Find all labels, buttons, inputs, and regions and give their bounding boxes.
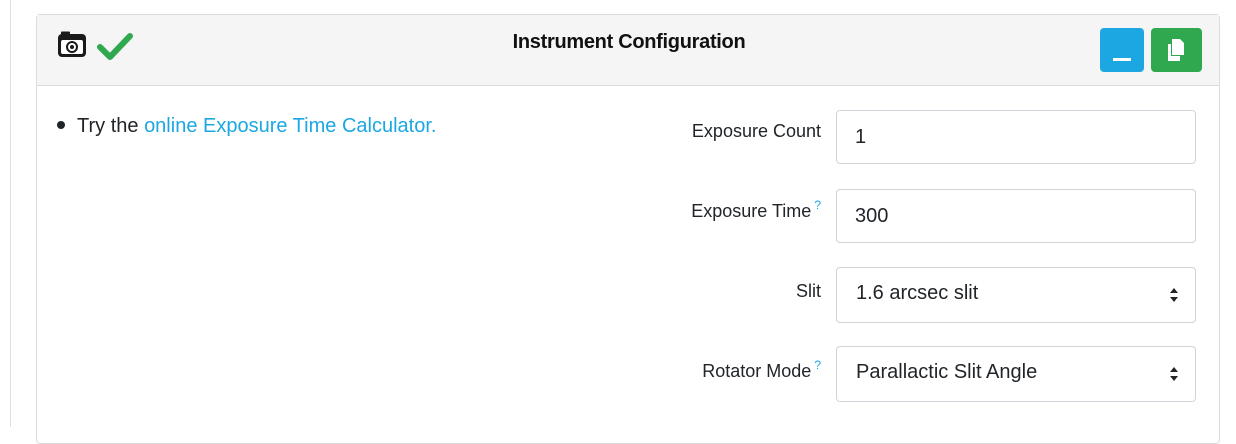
minimize-button[interactable] — [1100, 28, 1144, 72]
exposure-time-calculator-link[interactable]: online Exposure Time Calculator. — [144, 115, 436, 137]
exposure-time-input[interactable] — [836, 189, 1196, 243]
hint-prefix: Try the — [77, 115, 145, 137]
rotator-mode-label: Rotator Mode? — [702, 358, 821, 382]
exposure-count-label-text: Exposure Count — [691, 121, 821, 141]
minimize-icon — [1113, 58, 1131, 61]
card-header: Instrument Configuration — [37, 15, 1219, 86]
exposure-time-help-icon[interactable]: ? — [814, 198, 821, 212]
rotator-mode-help-icon[interactable]: ? — [814, 358, 821, 372]
rotator-mode-label-text: Rotator Mode — [702, 361, 812, 381]
rotator-mode-selected-value: Parallactic Slit Angle — [856, 361, 1038, 383]
list-item: Try the online Exposure Time Calculator. — [57, 115, 436, 138]
rotator-mode-select[interactable]: Parallactic Slit Angle — [836, 346, 1196, 402]
bullet-icon — [57, 121, 65, 129]
exposure-count-input[interactable] — [836, 110, 1196, 164]
slit-label: Slit — [796, 281, 821, 302]
sort-arrows-icon — [1170, 367, 1178, 381]
copy-icon — [1168, 39, 1184, 61]
slit-selected-value: 1.6 arcsec slit — [856, 282, 979, 304]
hint-list: Try the online Exposure Time Calculator. — [57, 115, 436, 138]
instrument-configuration-card: Instrument Configuration Try the online … — [36, 14, 1220, 444]
card-title: Instrument Configuration — [512, 31, 746, 53]
exposure-count-label: Exposure Count — [692, 121, 821, 142]
page-left-border — [10, 0, 11, 427]
slit-label-text: Slit — [795, 281, 821, 301]
exposure-time-label-text: Exposure Time — [691, 201, 812, 221]
exposure-time-label: Exposure Time? — [691, 198, 821, 222]
slit-select[interactable]: 1.6 arcsec slit — [836, 267, 1196, 323]
copy-button[interactable] — [1151, 28, 1202, 72]
sort-arrows-icon — [1170, 288, 1178, 302]
